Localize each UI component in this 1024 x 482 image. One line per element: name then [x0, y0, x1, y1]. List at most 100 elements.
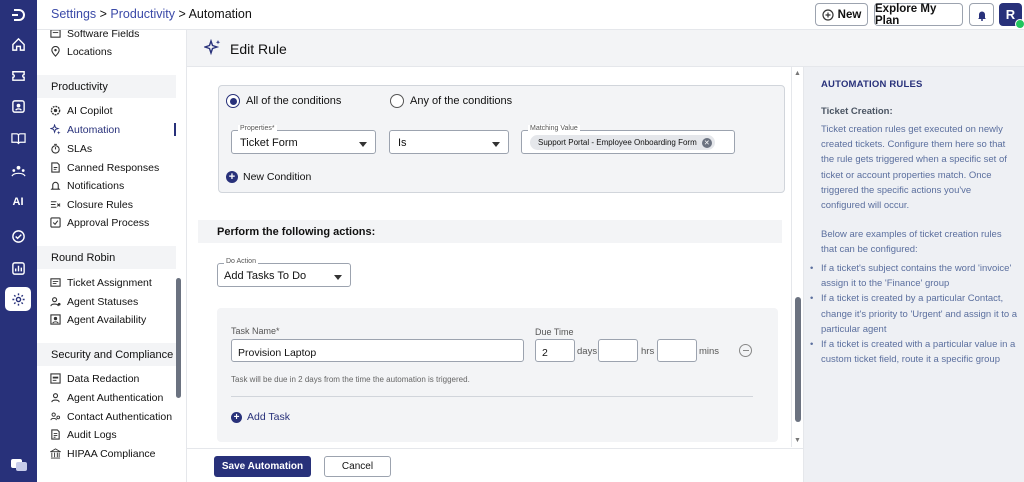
sidebar-item-slas[interactable]: SLAs — [50, 140, 178, 157]
community-icon[interactable] — [5, 158, 31, 182]
properties-select[interactable]: Properties* Ticket Form — [231, 125, 376, 154]
sidebar-item-label: Closure Rules — [67, 198, 133, 211]
breadcrumb-current: Automation — [188, 7, 252, 21]
sidebar-item-label: Software Fields — [67, 30, 140, 40]
settings-icon[interactable] — [5, 287, 31, 311]
sidebar-item-label: Data Redaction — [67, 372, 140, 385]
help-examples-list: If a ticket's subject contains the word … — [808, 261, 1018, 367]
save-automation-button[interactable]: Save Automation — [214, 456, 311, 477]
editor-scrollbar[interactable]: ▲ ▼ — [791, 67, 803, 447]
cancel-button-label: Cancel — [341, 461, 374, 472]
sidebar-item-hipaa-compliance[interactable]: HIPAA Compliance — [50, 445, 178, 462]
field-value: Ticket Form — [240, 137, 298, 149]
contacts-icon[interactable] — [5, 94, 31, 118]
sidebar-item-label: Canned Responses — [67, 161, 160, 174]
sidebar-item-contact-authentication[interactable]: Contact Authentication — [50, 408, 178, 425]
hours-unit-label: hrs — [641, 346, 655, 357]
sidebar-item-ticket-assignment[interactable]: Ticket Assignment — [50, 274, 178, 291]
sidebar-item-label: HIPAA Compliance — [67, 447, 156, 460]
sidebar-item-approval-process[interactable]: Approval Process — [50, 214, 178, 231]
ai-icon[interactable]: AI — [5, 190, 31, 214]
remove-task-icon[interactable] — [739, 344, 752, 357]
page-title: Edit Rule — [230, 41, 287, 57]
tickets-icon[interactable] — [5, 63, 31, 87]
new-button-label: New — [837, 8, 862, 21]
help-subtitle: Ticket Creation: — [821, 106, 893, 117]
sparkle-icon — [204, 39, 221, 56]
reports-icon[interactable] — [5, 256, 31, 280]
input-value: 2 — [542, 347, 548, 359]
settings-sidebar: Software Fields Locations Productivity A… — [37, 30, 187, 482]
sidebar-item-label: Audit Logs — [67, 428, 117, 441]
save-button-label: Save Automation — [221, 461, 304, 472]
scroll-up-icon[interactable]: ▲ — [794, 70, 801, 77]
sidebar-item-agent-authentication[interactable]: Agent Authentication — [50, 389, 178, 406]
sidebar-item-automation[interactable]: Automation — [50, 121, 178, 138]
cancel-button[interactable]: Cancel — [324, 456, 391, 477]
sidebar-section-productivity: Productivity — [37, 75, 176, 98]
breadcrumb: Settings > Productivity > Automation — [51, 7, 252, 21]
knowledge-base-icon[interactable] — [5, 126, 31, 150]
notifications-button[interactable] — [969, 3, 994, 26]
ai-label: AI — [12, 196, 24, 208]
new-condition-button[interactable]: + New Condition — [226, 171, 311, 183]
app-logo-icon[interactable] — [5, 3, 31, 27]
chevron-down-icon — [334, 275, 342, 280]
do-action-select[interactable]: Do Action Add Tasks To Do — [217, 258, 351, 287]
explore-plan-button[interactable]: Explore My Plan — [874, 2, 963, 27]
task-name-input[interactable]: Provision Laptop — [231, 339, 524, 362]
sidebar-item-data-redaction[interactable]: Data Redaction — [50, 370, 178, 387]
required-marker: * — [276, 326, 280, 336]
sidebar-item-canned-responses[interactable]: Canned Responses — [50, 159, 178, 176]
operator-select[interactable]: Is — [389, 130, 509, 154]
home-icon[interactable] — [5, 32, 31, 56]
chat-icon[interactable] — [6, 453, 32, 477]
task-name-label: Task Name* — [231, 326, 280, 336]
scrollbar-thumb[interactable] — [795, 297, 801, 422]
radio-unselected-icon — [390, 94, 404, 108]
remove-chip-icon[interactable]: ✕ — [701, 137, 712, 148]
all-conditions-radio[interactable]: All of the conditions — [226, 94, 341, 108]
radio-label: All of the conditions — [246, 95, 342, 107]
help-title: AUTOMATION RULES — [821, 79, 923, 90]
approval-icon — [50, 217, 61, 228]
breadcrumb-productivity[interactable]: Productivity — [110, 7, 175, 21]
tasks-icon[interactable] — [5, 224, 31, 248]
any-conditions-radio[interactable]: Any of the conditions — [390, 94, 512, 108]
field-label: Do Action — [224, 258, 258, 265]
sidebar-item-closure-rules[interactable]: Closure Rules — [50, 196, 178, 213]
field-label: Matching Value — [528, 125, 580, 132]
sidebar-item-software-fields[interactable]: Software Fields — [50, 30, 178, 42]
sidebar-scrollbar[interactable] — [176, 278, 181, 398]
sidebar-item-agent-statuses[interactable]: Agent Statuses — [50, 293, 178, 310]
sidebar-item-audit-logs[interactable]: Audit Logs — [50, 426, 178, 443]
rules-icon — [50, 201, 61, 208]
due-minutes-input[interactable] — [657, 339, 697, 362]
explore-plan-label: Explore My Plan — [875, 2, 937, 27]
field-label: Properties* — [238, 125, 277, 132]
sidebar-section-security: Security and Compliance — [37, 343, 176, 366]
matching-value-chip: Support Portal - Employee Onboarding For… — [530, 135, 715, 150]
sidebar-item-label: AI Copilot — [67, 104, 113, 117]
help-paragraph: Below are examples of ticket creation ru… — [821, 229, 1002, 256]
sidebar-item-agent-availability[interactable]: Agent Availability — [50, 311, 178, 328]
sidebar-item-ai-copilot[interactable]: AI Copilot — [50, 102, 178, 119]
new-condition-label: New Condition — [243, 171, 312, 183]
new-button[interactable]: New — [815, 3, 868, 26]
sidebar-item-label: Notifications — [67, 179, 125, 192]
sidebar-item-notifications[interactable]: Notifications — [50, 177, 178, 194]
due-hours-input[interactable] — [598, 339, 638, 362]
scroll-down-icon[interactable]: ▼ — [794, 437, 801, 444]
avatar[interactable]: R — [999, 3, 1024, 29]
breadcrumb-settings[interactable]: Settings — [51, 7, 96, 21]
list-item: If a ticket's subject contains the word … — [808, 261, 1018, 291]
plus-circle-icon: + — [231, 411, 242, 423]
sidebar-item-locations[interactable]: Locations — [50, 43, 178, 60]
radio-label: Any of the conditions — [410, 95, 513, 107]
matching-value-field[interactable]: Matching Value Support Portal - Employee… — [521, 125, 735, 154]
online-status-icon — [1015, 19, 1024, 29]
due-days-input[interactable]: 2 — [535, 339, 575, 362]
breadcrumb-separator: > — [175, 7, 189, 21]
contact-auth-icon — [50, 412, 61, 421]
add-task-button[interactable]: + Add Task — [231, 411, 290, 423]
